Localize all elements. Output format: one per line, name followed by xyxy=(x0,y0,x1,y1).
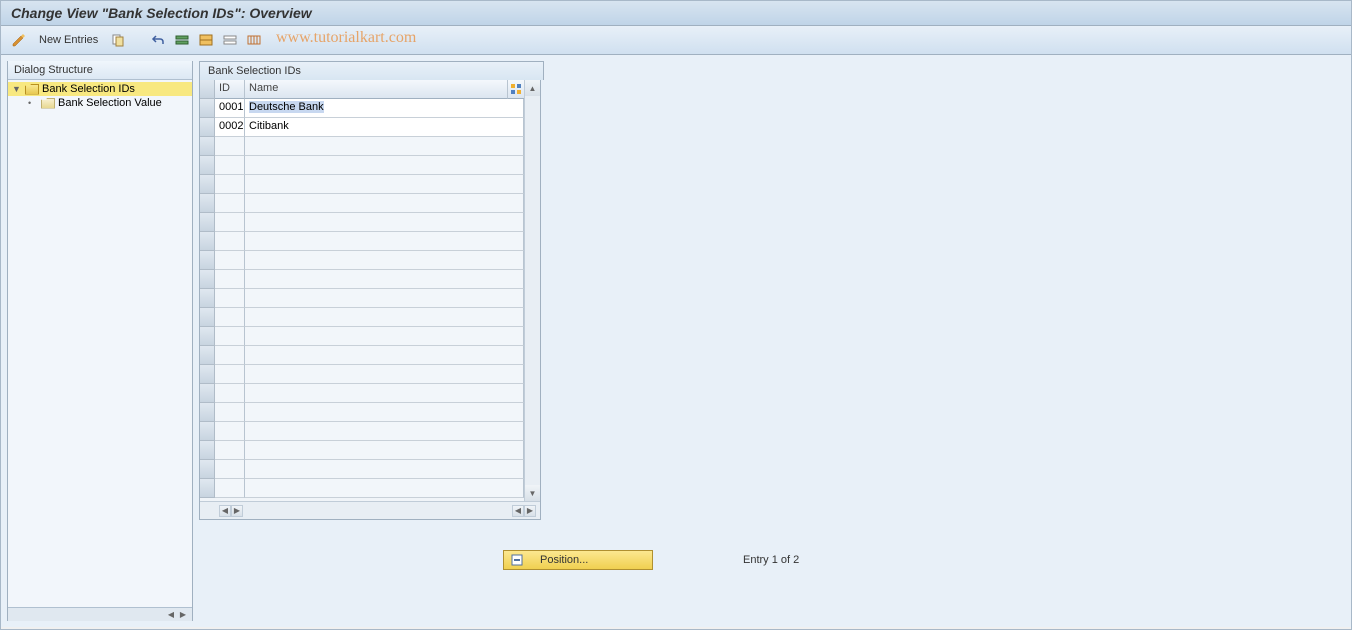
table-row-empty[interactable] xyxy=(200,270,524,289)
row-selector[interactable] xyxy=(200,251,215,270)
scroll-right-icon[interactable]: ▶ xyxy=(231,505,243,517)
table-row-empty[interactable] xyxy=(200,251,524,270)
table-row-empty[interactable] xyxy=(200,460,524,479)
tree-item-bank-selection-ids[interactable]: ▼ Bank Selection IDs xyxy=(8,82,192,96)
folder-closed-icon xyxy=(41,98,55,109)
row-selector[interactable] xyxy=(200,232,215,251)
row-selector[interactable] xyxy=(200,194,215,213)
sidebar-hscroll: ◀ ▶ xyxy=(8,607,192,621)
scroll-left-icon[interactable]: ◀ xyxy=(166,610,176,620)
row-selector[interactable] xyxy=(200,403,215,422)
table-title: Bank Selection IDs xyxy=(199,61,544,80)
select-block-icon[interactable] xyxy=(196,30,216,50)
table-row-empty[interactable] xyxy=(200,156,524,175)
row-selector[interactable] xyxy=(200,156,215,175)
watermark: www.tutorialkart.com xyxy=(276,29,416,47)
tree-item-bank-selection-value[interactable]: • Bank Selection Value xyxy=(8,96,192,110)
cell-id[interactable]: 0002 xyxy=(215,118,245,137)
scroll-track[interactable] xyxy=(525,96,540,485)
title-bar: Change View "Bank Selection IDs": Overvi… xyxy=(1,1,1351,26)
tree-item-label: Bank Selection Value xyxy=(58,97,162,109)
scroll-down-icon[interactable]: ▼ xyxy=(525,485,540,501)
entry-counter: Entry 1 of 2 xyxy=(743,554,799,566)
main-area: Dialog Structure ▼ Bank Selection IDs • … xyxy=(1,55,1351,627)
table-row[interactable]: 0002 Citibank xyxy=(200,118,524,137)
table-row-empty[interactable] xyxy=(200,422,524,441)
grid-header-row: ID Name xyxy=(200,80,524,99)
position-icon xyxy=(510,553,524,567)
row-selector[interactable] xyxy=(200,384,215,403)
vertical-scrollbar[interactable]: ▲ ▼ xyxy=(524,80,540,501)
row-selector[interactable] xyxy=(200,479,215,498)
row-selector[interactable] xyxy=(200,346,215,365)
row-selector[interactable] xyxy=(200,422,215,441)
bullet-icon: • xyxy=(28,98,38,108)
table-row-empty[interactable] xyxy=(200,232,524,251)
scroll-right-icon[interactable]: ▶ xyxy=(178,610,188,620)
cell-name[interactable]: Citibank xyxy=(245,118,524,137)
table-row-empty[interactable] xyxy=(200,479,524,498)
undo-icon[interactable] xyxy=(148,30,168,50)
table-row-empty[interactable] xyxy=(200,403,524,422)
table-row-empty[interactable] xyxy=(200,327,524,346)
position-button[interactable]: Position... xyxy=(503,550,653,570)
row-selector[interactable] xyxy=(200,175,215,194)
deselect-all-icon[interactable] xyxy=(220,30,240,50)
row-selector[interactable] xyxy=(200,213,215,232)
content-column: Bank Selection IDs ID Name xyxy=(193,55,799,627)
table-row-empty[interactable] xyxy=(200,137,524,156)
dialog-structure-header: Dialog Structure xyxy=(8,61,192,80)
row-selector[interactable] xyxy=(200,289,215,308)
scroll-left-end-icon[interactable]: ◀ xyxy=(512,505,524,517)
column-header-id[interactable]: ID xyxy=(215,80,245,99)
row-selector[interactable] xyxy=(200,99,215,118)
tree-item-label: Bank Selection IDs xyxy=(42,83,135,95)
horizontal-scrollbar[interactable]: ◀ ▶ ◀ ▶ xyxy=(200,501,540,519)
table-row-empty[interactable] xyxy=(200,213,524,232)
folder-open-icon xyxy=(25,84,39,95)
table-panel: Bank Selection IDs ID Name xyxy=(199,61,544,520)
new-entries-button[interactable]: New Entries xyxy=(33,32,104,48)
expand-icon[interactable]: ▼ xyxy=(12,84,22,94)
table-row-empty[interactable] xyxy=(200,441,524,460)
table-row-empty[interactable] xyxy=(200,346,524,365)
footer: Position... Entry 1 of 2 xyxy=(503,550,799,570)
position-label: Position... xyxy=(540,554,588,566)
row-selector[interactable] xyxy=(200,460,215,479)
toggle-change-icon[interactable] xyxy=(9,30,29,50)
table-row-empty[interactable] xyxy=(200,175,524,194)
table-row-empty[interactable] xyxy=(200,289,524,308)
row-selector[interactable] xyxy=(200,441,215,460)
table-row[interactable]: 0001 Deutsche Bank xyxy=(200,99,524,118)
table-row-empty[interactable] xyxy=(200,384,524,403)
table-row-empty[interactable] xyxy=(200,194,524,213)
column-header-name[interactable]: Name xyxy=(245,80,508,99)
scroll-left-icon[interactable]: ◀ xyxy=(219,505,231,517)
row-selector[interactable] xyxy=(200,365,215,384)
table-row-empty[interactable] xyxy=(200,365,524,384)
dialog-structure-panel: Dialog Structure ▼ Bank Selection IDs • … xyxy=(7,61,193,621)
scroll-right-end-icon[interactable]: ▶ xyxy=(524,505,536,517)
select-all-icon[interactable] xyxy=(172,30,192,50)
delimit-icon[interactable] xyxy=(244,30,264,50)
grid: ID Name 0001 Deutsche Bank xyxy=(199,80,541,520)
table-config-icon[interactable] xyxy=(508,80,524,99)
table-row-empty[interactable] xyxy=(200,308,524,327)
scroll-up-icon[interactable]: ▲ xyxy=(525,80,540,96)
row-selector[interactable] xyxy=(200,118,215,137)
row-selector[interactable] xyxy=(200,308,215,327)
select-all-rows[interactable] xyxy=(200,80,215,99)
cell-id[interactable]: 0001 xyxy=(215,99,245,118)
row-selector[interactable] xyxy=(200,137,215,156)
copy-icon[interactable] xyxy=(108,30,128,50)
grid-body: ID Name 0001 Deutsche Bank xyxy=(200,80,524,501)
cell-name[interactable]: Deutsche Bank xyxy=(245,99,524,118)
page-title: Change View "Bank Selection IDs": Overvi… xyxy=(11,5,312,21)
row-selector[interactable] xyxy=(200,327,215,346)
row-selector[interactable] xyxy=(200,270,215,289)
toolbar: New Entries www.tutorialkart.com xyxy=(1,26,1351,55)
dialog-structure-tree: ▼ Bank Selection IDs • Bank Selection Va… xyxy=(8,80,192,607)
